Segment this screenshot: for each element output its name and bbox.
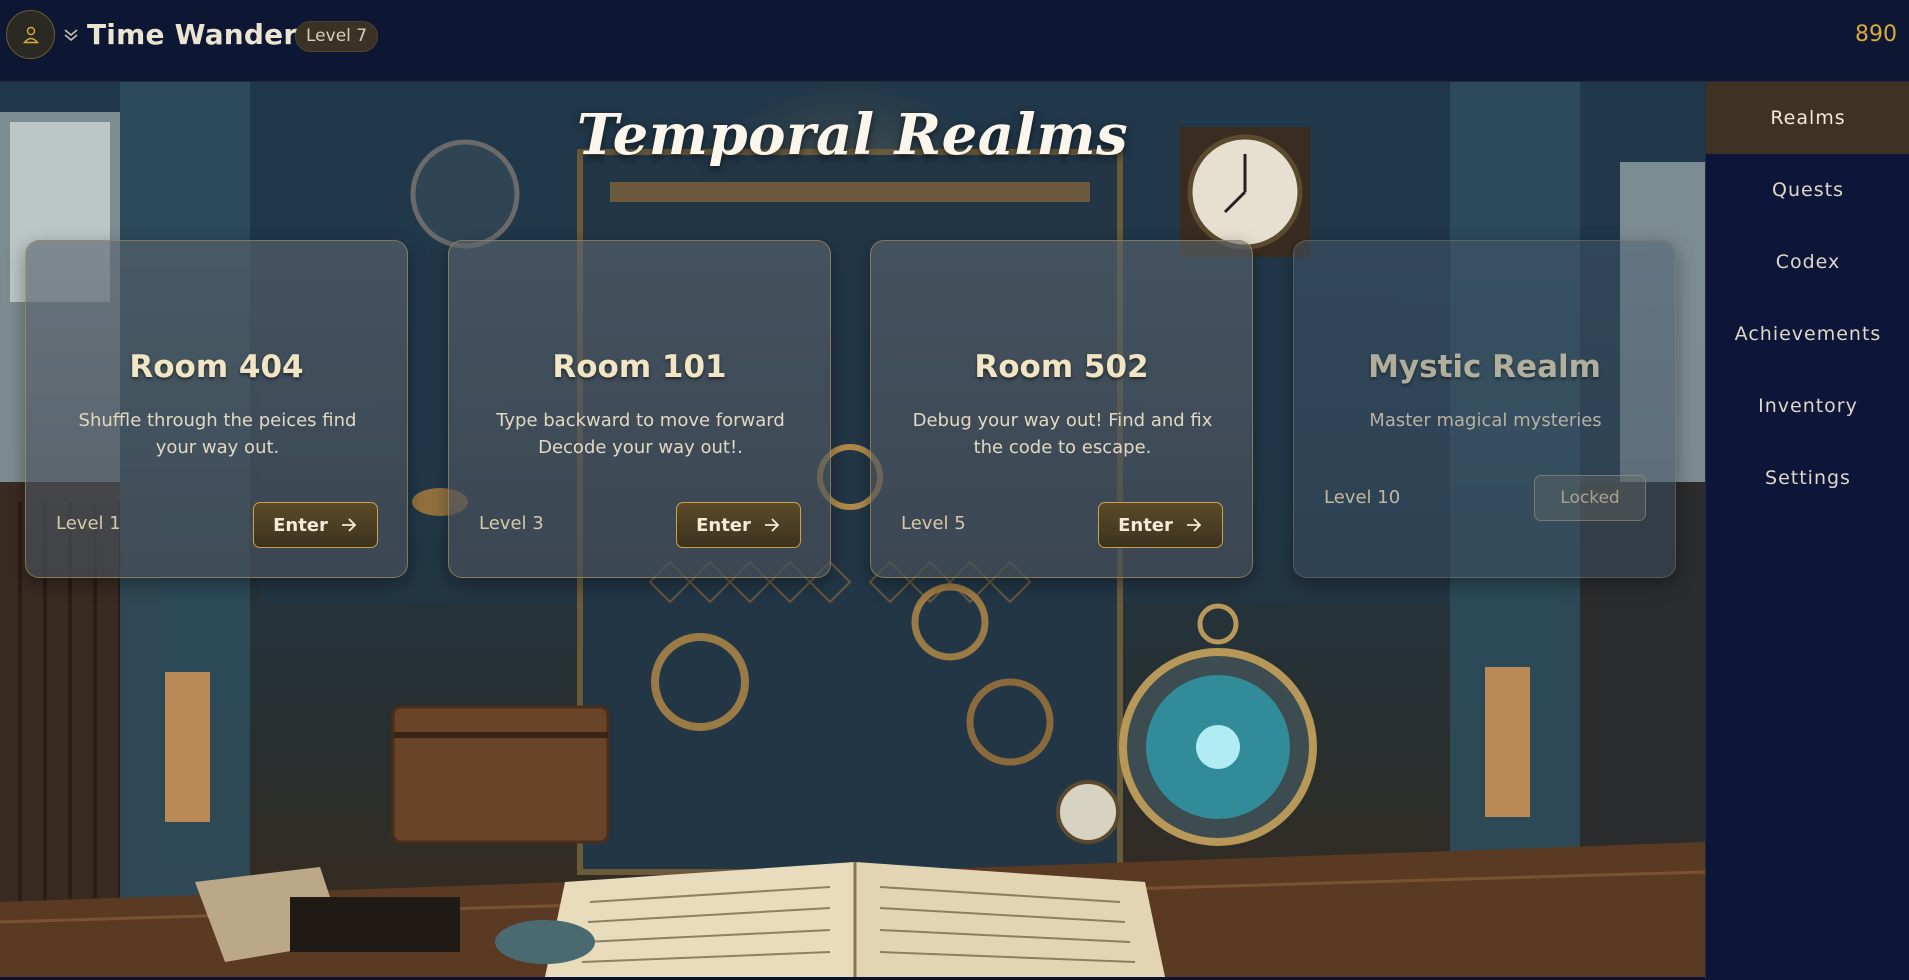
room-description: Shuffle through the peices find your way… [78, 410, 357, 458]
room-card-mystic-realm: Mystic Realm Master magical mysteries Le… [1293, 240, 1676, 578]
locked-button: Locked [1534, 475, 1646, 521]
enter-button-label: Enter [696, 514, 751, 536]
score-counter: 890 [1855, 22, 1897, 47]
room-description: Master magical mysteries [1369, 410, 1602, 431]
enter-room-101-button[interactable]: Enter [676, 502, 801, 548]
player-name: Time Wanderer [87, 18, 331, 51]
player-level-badge: Level 7 [295, 21, 379, 52]
room-level: Level 3 [479, 513, 544, 534]
sidebar-item-quests[interactable]: Quests [1706, 154, 1909, 226]
room-description: Debug your way out! Find and fix the cod… [912, 410, 1213, 458]
user-icon [22, 26, 39, 43]
room-card-502[interactable]: Room 502 Debug your way out! Find and fi… [870, 240, 1253, 578]
arrow-right-icon [341, 518, 357, 532]
room-title: Room 101 [552, 349, 727, 385]
realm-scene: Temporal Realms Room 404 Shuffle through… [0, 82, 1705, 977]
sidebar-item-achievements[interactable]: Achievements [1706, 298, 1909, 370]
room-description: Type backward to move forward Decode you… [496, 410, 785, 458]
sidebar-item-realms[interactable]: Realms [1706, 82, 1909, 154]
sidebar-item-inventory[interactable]: Inventory [1706, 370, 1909, 442]
room-level: Level 1 [56, 513, 121, 534]
enter-room-404-button[interactable]: Enter [253, 502, 378, 548]
sidebar-item-settings[interactable]: Settings [1706, 442, 1909, 514]
arrow-right-icon [764, 518, 780, 532]
room-title: Room 502 [974, 349, 1149, 385]
room-level: Level 10 [1324, 487, 1401, 508]
chevron-down-icon[interactable] [63, 26, 79, 42]
page-title: Temporal Realms [576, 102, 1129, 168]
room-level: Level 5 [901, 513, 966, 534]
sidebar-nav: Realms Quests Codex Achievements Invento… [1705, 82, 1909, 980]
enter-room-502-button[interactable]: Enter [1098, 502, 1223, 548]
enter-button-label: Enter [1118, 514, 1173, 536]
sidebar-item-codex[interactable]: Codex [1706, 226, 1909, 298]
avatar[interactable] [6, 10, 55, 59]
top-bar: Time Wanderer Level 7 890 [0, 0, 1909, 82]
arrow-right-icon [1186, 518, 1202, 532]
room-card-101[interactable]: Room 101 Type backward to move forward D… [448, 240, 831, 578]
enter-button-label: Enter [273, 514, 328, 536]
room-title: Mystic Realm [1368, 349, 1601, 385]
room-title: Room 404 [129, 349, 304, 385]
room-card-404[interactable]: Room 404 Shuffle through the peices find… [25, 240, 408, 578]
